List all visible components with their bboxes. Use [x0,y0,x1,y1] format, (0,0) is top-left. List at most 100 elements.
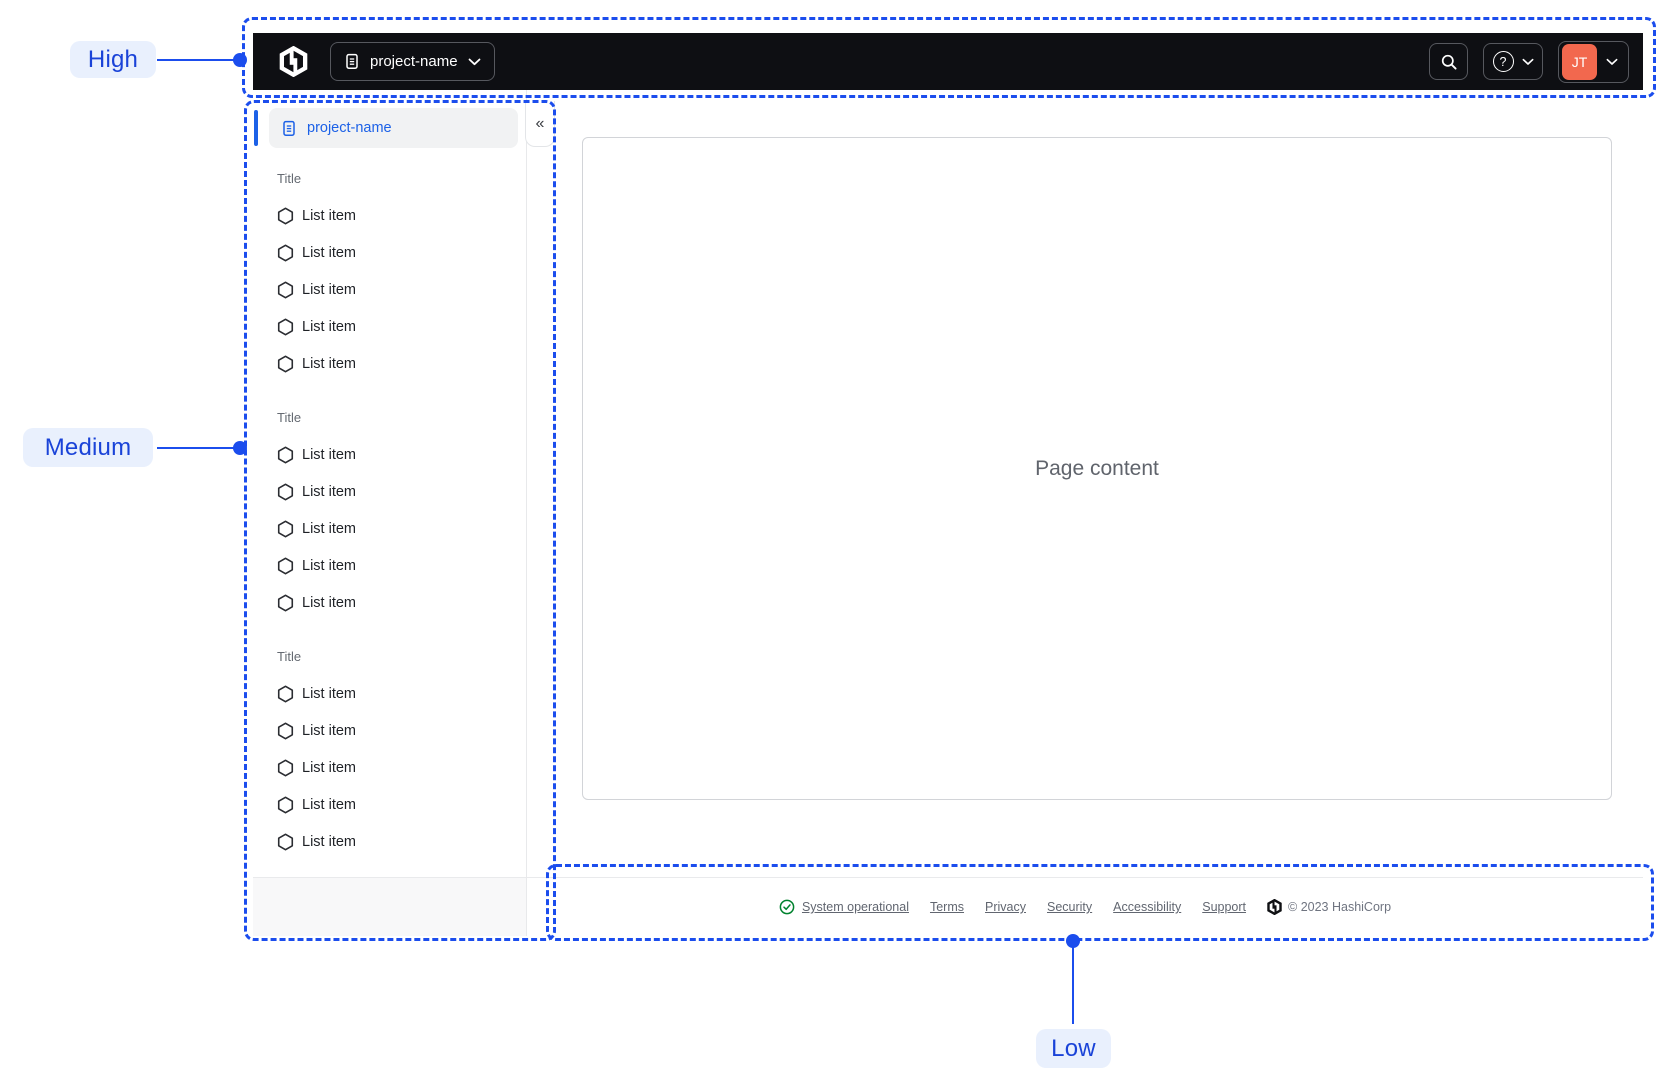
sidebar-list-item[interactable]: List item [253,308,503,345]
system-status-label: System operational [801,900,909,914]
hexagon-icon [277,445,294,464]
sidebar-list-item[interactable]: List item [253,436,503,473]
hexagon-icon [277,556,294,575]
page-content-placeholder: Page content [582,137,1612,800]
annotation-connector-low [1071,946,1074,1024]
help-icon: ? [1492,51,1514,72]
annotation-connector-medium [157,446,241,449]
sidebar-item-label: List item [302,833,356,850]
footer-link[interactable]: Privacy [985,900,1026,914]
sidebar-item-label: List item [302,281,356,298]
sidebar-list-item[interactable]: List item [253,547,503,584]
sidebar-item-label: List item [302,244,356,261]
document-icon [283,120,295,136]
hexagon-icon [277,684,294,703]
sidebar-section: Title List item List item List item List ite… [253,163,503,382]
sidebar-list-item[interactable]: List item [253,473,503,510]
sidebar-list-item[interactable]: List item [253,712,503,749]
footer-copyright-group: © 2023 HashiCorp [1267,899,1391,915]
copyright-text: © 2023 HashiCorp [1288,900,1392,914]
hexagon-icon [277,243,294,262]
annotation-label-medium: Medium [23,428,153,467]
top-navbar: project-name ? JT [253,33,1643,90]
annotation-label-low: Low [1036,1029,1111,1068]
sidebar-item-label: List item [302,355,356,372]
footer-links: Terms Privacy Security Accessibility Support [930,900,1246,914]
sidebar-item-label: List item [302,796,356,813]
chevron-down-icon [1522,58,1533,65]
document-icon [346,53,358,69]
sidebar-item-label: List item [302,446,356,463]
search-button[interactable] [1429,43,1468,80]
sidebar-item-label: List item [302,685,356,702]
hexagon-icon [277,795,294,814]
sidebar-item-project[interactable]: project-name [269,108,518,148]
hexagon-icon [277,519,294,538]
hexagon-icon [277,482,294,501]
sidebar-item-label: List item [302,594,356,611]
sidebar-item-label: List item [302,759,356,776]
sidebar-collapse-button[interactable]: « [525,101,555,147]
system-status-link[interactable]: System operational [779,899,909,915]
annotation-connector-high [157,58,241,61]
sidebar-section-title: Title [277,648,302,664]
project-switcher-label: project-name [370,53,458,70]
footer-link[interactable]: Accessibility [1113,900,1181,914]
hexagon-icon [277,280,294,299]
hexagon-icon [277,721,294,740]
hashicorp-logo-icon [279,46,308,77]
user-avatar: JT [1562,43,1597,80]
sidebar-item-label: List item [302,557,356,574]
screenshot-canvas: project-name ? JT project-name « Title L… [0,0,1672,1078]
hexagon-icon [277,758,294,777]
sidebar-list-item[interactable]: List item [253,675,503,712]
navbar-left-group: project-name [279,42,495,81]
sidebar-list-item[interactable]: List item [253,510,503,547]
sidebar-item-label: List item [302,722,356,739]
hexagon-icon [277,317,294,336]
annotation-dot-high [233,53,247,67]
hexagon-icon [277,354,294,373]
project-switcher-button[interactable]: project-name [330,42,495,81]
annotation-label-high: High [70,41,156,78]
sidebar-section: Title List item List item List item List ite… [253,641,503,860]
sidebar-section-title: Title [277,170,302,186]
sidebar-list-item[interactable]: List item [253,749,503,786]
hexagon-icon [277,593,294,612]
annotation-dot-medium [233,441,247,455]
footer-link[interactable]: Support [1202,900,1246,914]
hashicorp-logo-icon [1267,899,1282,915]
sidebar-list-item[interactable]: List item [253,345,503,382]
sidebar-list-item[interactable]: List item [253,271,503,308]
sidebar-item-label: List item [302,520,356,537]
search-icon [1441,54,1457,70]
active-item-indicator [254,110,258,146]
help-menu-button[interactable]: ? [1483,43,1543,80]
sidebar-section-title: Title [277,409,302,425]
chevron-down-icon [1606,58,1618,65]
app-footer: System operational Terms Privacy Security A… [527,877,1643,936]
account-menu-button[interactable]: JT [1558,40,1629,83]
chevron-down-icon [468,58,480,65]
status-check-icon [779,899,795,915]
sidebar-list-item[interactable]: List item [253,197,503,234]
sidebar-footer-area [253,877,526,936]
sidebar-list-item[interactable]: List item [253,584,503,621]
navbar-right-group: ? JT [1429,40,1629,83]
sidebar-item-label: List item [302,318,356,335]
hexagon-icon [277,832,294,851]
hexagon-icon [277,206,294,225]
sidebar-item-label: List item [302,483,356,500]
collapse-icon: « [535,114,545,132]
sidebar-list-item[interactable]: List item [253,786,503,823]
sidebar-sections: Title List item List item List item List ite… [253,148,503,860]
footer-link[interactable]: Security [1047,900,1092,914]
sidebar-item-label: List item [302,207,356,224]
sidebar-list-item[interactable]: List item [253,823,503,860]
side-navigation: project-name « Title List item List item Li… [253,90,555,936]
sidebar-section: Title List item List item List item List ite… [253,402,503,621]
footer-link[interactable]: Terms [930,900,964,914]
annotation-dot-low [1066,934,1080,948]
sidebar-active-label: project-name [307,120,392,136]
sidebar-list-item[interactable]: List item [253,234,503,271]
